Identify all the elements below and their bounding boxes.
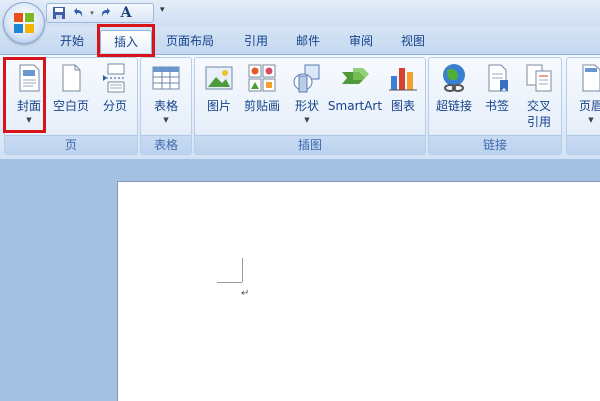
header-icon [582, 64, 600, 92]
font-icon[interactable]: A [117, 5, 135, 21]
table-button[interactable]: 表格 ▼ [144, 62, 188, 134]
blank-page-button[interactable]: 空白页 [49, 62, 93, 134]
clip-art-label: 剪贴画 [243, 99, 280, 113]
table-dropdown-icon: ▼ [163, 116, 169, 124]
header-button[interactable]: 页眉 ▼ [569, 62, 600, 134]
smartart-button[interactable]: SmartArt [325, 62, 385, 134]
margin-corner-mark-vertical [242, 258, 243, 282]
highlight-insert-tab [97, 24, 155, 57]
tab-mailings[interactable]: 邮件 [288, 30, 328, 52]
shapes-dropdown-icon: ▼ [304, 116, 310, 124]
blank-page-label: 空白页 [52, 99, 89, 113]
picture-button[interactable]: 图片 [197, 62, 241, 134]
cross-reference-button[interactable]: 交叉 引用 [517, 62, 561, 134]
clip-art-button[interactable]: 剪贴画 [239, 62, 285, 134]
customize-qat-icon[interactable]: ▾ [160, 5, 165, 15]
save-icon[interactable] [51, 5, 67, 21]
page-break-icon [103, 63, 126, 93]
tab-home[interactable]: 开始 [52, 30, 92, 52]
clip-art-icon [248, 64, 276, 92]
header-label: 页眉 [578, 99, 600, 113]
hyperlink-icon [443, 64, 465, 92]
smartart-icon [342, 68, 369, 84]
page-break-button[interactable]: 分页 [93, 62, 137, 134]
group-pages-label: 页 [5, 135, 137, 154]
chart-icon [389, 68, 417, 91]
group-tables-label: 表格 [141, 135, 191, 154]
paragraph-mark: ↵ [241, 288, 250, 299]
header-dropdown-icon: ▼ [588, 116, 594, 124]
group-links-label: 链接 [429, 135, 561, 154]
hyperlink-label: 超链接 [435, 99, 472, 113]
table-icon [152, 66, 180, 90]
cross-reference-label: 交叉 引用 [526, 99, 551, 129]
smartart-label: SmartArt [327, 99, 383, 113]
bookmark-icon [488, 64, 508, 92]
page-break-label: 分页 [102, 99, 127, 113]
ribbon-tabs: 开始 插入 页面布局 引用 邮件 审阅 视图 [0, 26, 600, 54]
shapes-label: 形状 [294, 99, 319, 113]
group-header-footer: 页眉 ▼ [566, 57, 600, 155]
redo-icon[interactable] [98, 5, 114, 21]
tab-references[interactable]: 引用 [236, 30, 276, 52]
group-illustrations-label: 插图 [195, 135, 425, 154]
shapes-icon [293, 64, 320, 93]
hyperlink-button[interactable]: 超链接 [431, 62, 477, 134]
cross-reference-icon [526, 64, 552, 92]
table-label: 表格 [153, 99, 178, 113]
chart-button[interactable]: 图表 [381, 62, 425, 134]
document-page[interactable] [117, 181, 600, 401]
office-logo-icon [14, 13, 34, 33]
ribbon: 封面 ▼ 空白页 分页 页 表格 ▼ 表格 图片 剪贴画 形状 ▼ SmartA… [0, 54, 600, 160]
blank-page-icon [62, 64, 81, 92]
bookmark-button[interactable]: 书签 [475, 62, 519, 134]
office-button[interactable] [3, 2, 45, 44]
tab-view[interactable]: 视图 [393, 30, 433, 52]
shapes-button[interactable]: 形状 ▼ [285, 62, 329, 134]
margin-corner-mark-horizontal [217, 282, 242, 283]
highlight-cover-page [3, 57, 46, 133]
picture-icon [205, 66, 233, 90]
quick-access-toolbar: ▾ A [46, 3, 154, 23]
picture-label: 图片 [206, 99, 231, 113]
group-tables: 表格 ▼ 表格 [140, 57, 192, 155]
group-header-footer-label [567, 135, 600, 154]
undo-icon[interactable] [70, 5, 86, 21]
group-links: 超链接 书签 交叉 引用 链接 [428, 57, 562, 155]
undo-dropdown-icon[interactable]: ▾ [89, 5, 95, 21]
tab-page-layout[interactable]: 页面布局 [160, 30, 220, 52]
group-illustrations: 图片 剪贴画 形状 ▼ SmartArt 图表 插图 [194, 57, 426, 155]
tab-review[interactable]: 审阅 [341, 30, 381, 52]
chart-label: 图表 [390, 99, 415, 113]
bookmark-label: 书签 [484, 99, 509, 113]
